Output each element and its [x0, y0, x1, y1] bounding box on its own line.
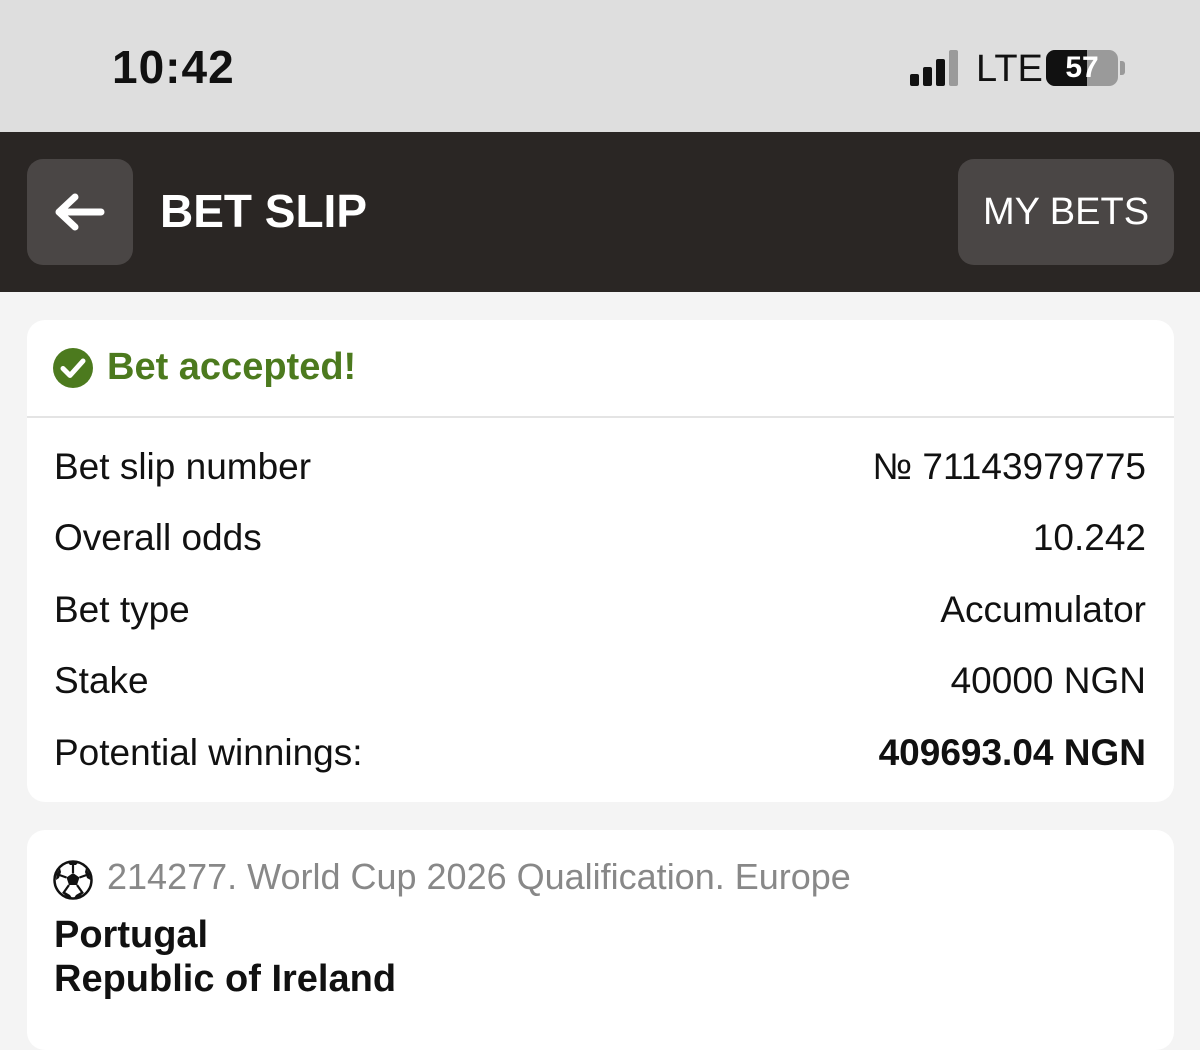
arrow-left-icon — [55, 193, 105, 231]
detail-row-overall-odds: Overall odds 10.242 — [54, 517, 1146, 567]
bet-status-row: Bet accepted! — [27, 320, 1174, 418]
detail-label: Bet type — [54, 589, 190, 630]
detail-value: Accumulator — [940, 589, 1146, 630]
my-bets-button[interactable]: MY BETS — [958, 159, 1174, 265]
detail-label: Overall odds — [54, 517, 262, 558]
battery-cap — [1120, 61, 1125, 75]
detail-value: 40000 NGN — [950, 660, 1146, 701]
detail-row-stake: Stake 40000 NGN — [54, 660, 1146, 710]
team-away: Republic of Ireland — [54, 958, 397, 1000]
detail-value: 10.242 — [1032, 517, 1146, 558]
detail-row-bet-type: Bet type Accumulator — [54, 589, 1146, 639]
event-card: 214277. World Cup 2026 Qualification. Eu… — [27, 830, 1174, 1050]
check-circle-icon — [53, 348, 93, 388]
status-time: 10:42 — [112, 41, 235, 93]
back-button[interactable] — [27, 159, 133, 265]
team-home: Portugal — [54, 914, 209, 956]
detail-row-potential-winnings: Potential winnings: 409693.04 NGN — [54, 732, 1146, 782]
soccer-ball-icon — [53, 860, 93, 900]
detail-label: Potential winnings: — [54, 732, 363, 773]
bet-summary-card: Bet accepted! Bet slip number № 71143979… — [27, 320, 1174, 802]
cellular-signal-icon — [910, 50, 958, 86]
detail-label: Stake — [54, 660, 149, 701]
app-header: BET SLIP MY BETS — [0, 132, 1200, 292]
detail-label: Bet slip number — [54, 446, 312, 487]
battery-percent: 57 — [1065, 51, 1099, 84]
detail-value: № 71143979775 — [872, 446, 1146, 487]
potential-winnings-value: 409693.04 NGN — [878, 732, 1146, 773]
status-bar: 10:42 LTE 57 — [0, 0, 1200, 132]
network-type: LTE — [976, 48, 1043, 90]
detail-row-slip-number: Bet slip number № 71143979775 — [54, 446, 1146, 496]
bet-status-text: Bet accepted! — [107, 346, 357, 388]
event-title[interactable]: 214277. World Cup 2026 Qualification. Eu… — [107, 856, 851, 898]
battery-icon: 57 — [1046, 50, 1118, 86]
page-title: BET SLIP — [160, 185, 368, 237]
